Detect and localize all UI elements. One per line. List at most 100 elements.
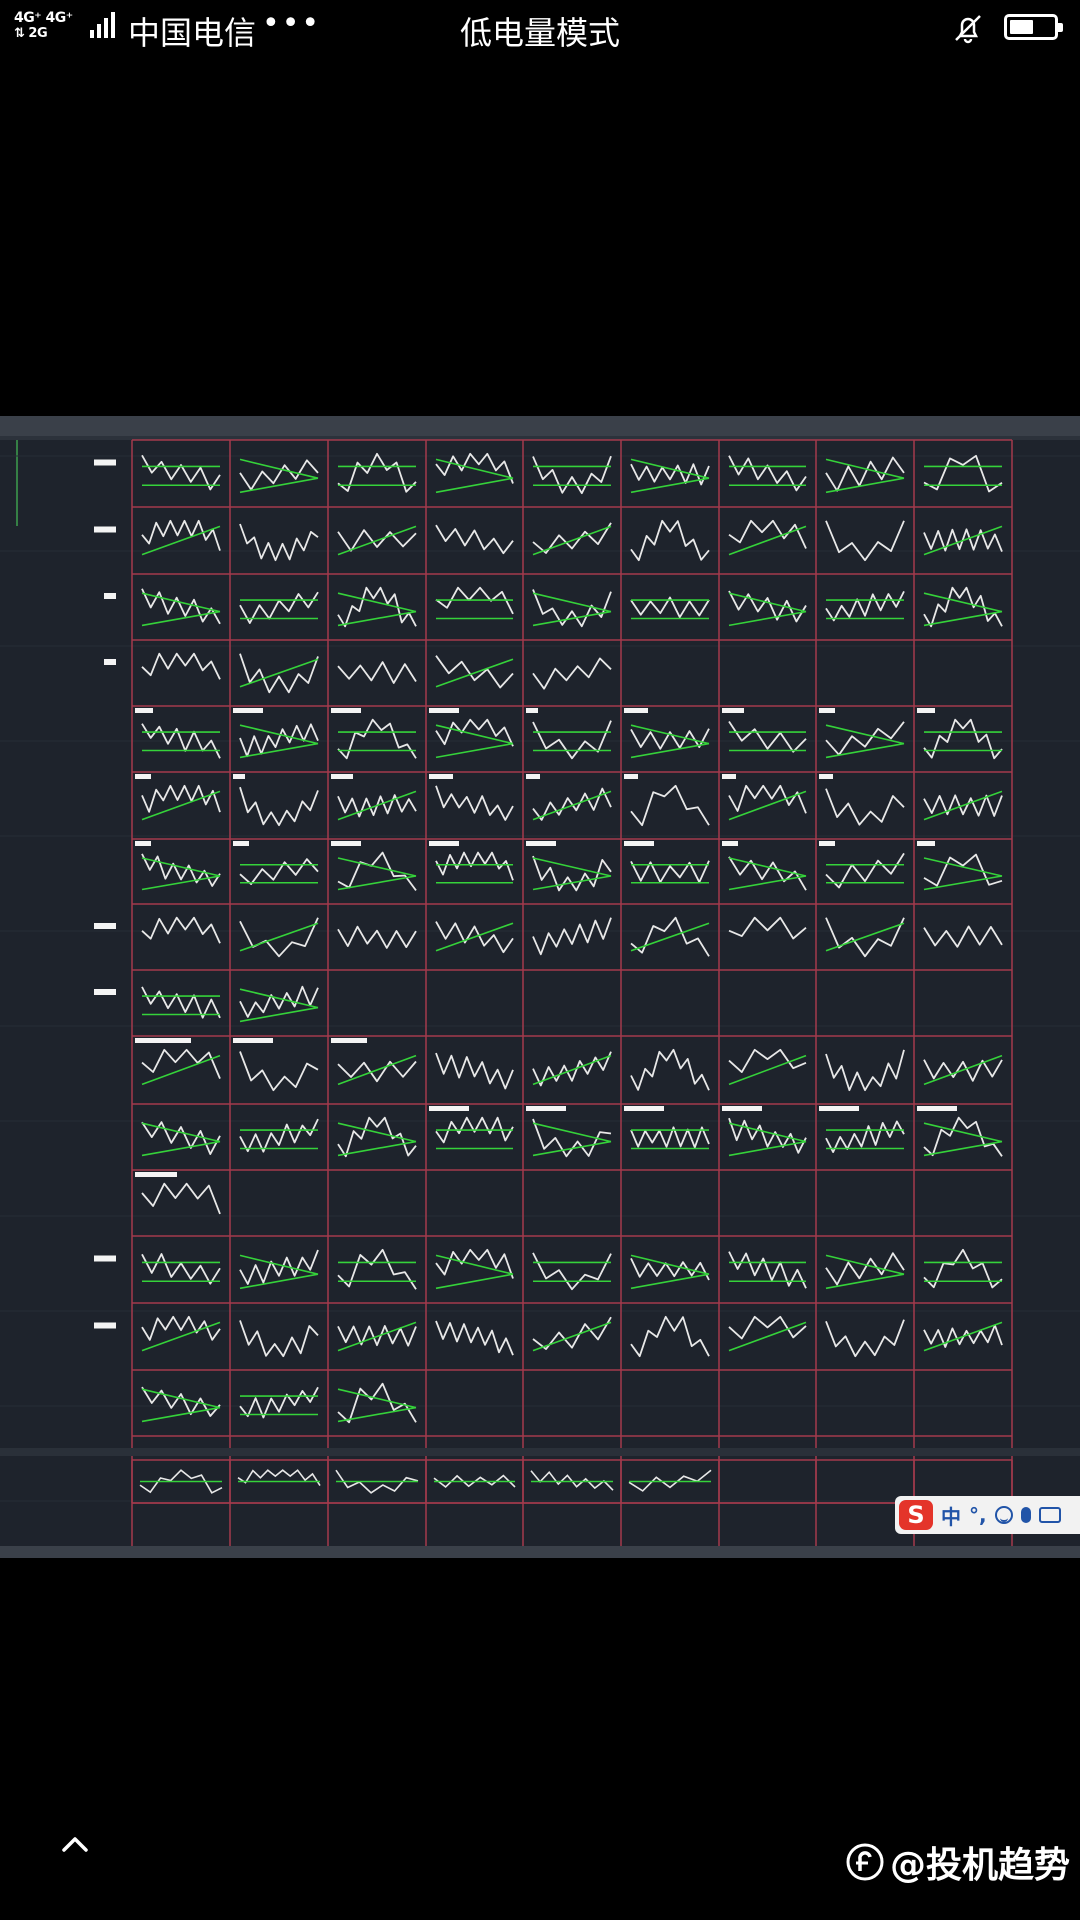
pattern-line	[239, 523, 319, 562]
trend-line	[630, 458, 710, 479]
trend-line	[239, 658, 319, 688]
row-label-marker	[94, 1322, 116, 1329]
trend-line	[532, 592, 612, 613]
pattern-line	[337, 1382, 417, 1424]
cell-label-marker	[722, 708, 744, 713]
pattern-line	[239, 1051, 319, 1092]
pattern-line	[530, 1470, 614, 1491]
pattern-line	[239, 1249, 319, 1285]
pattern-line	[825, 1319, 905, 1358]
pattern-line	[337, 452, 417, 493]
row-label-marker	[104, 593, 116, 599]
pattern-line	[532, 1252, 612, 1291]
trend-line	[435, 742, 514, 759]
pattern-line	[337, 661, 417, 684]
cell-label-marker	[917, 708, 935, 713]
cell-label-marker	[233, 1038, 273, 1043]
cell-label-marker	[526, 1106, 566, 1111]
row-label-marker	[94, 989, 116, 995]
trend-line	[532, 790, 612, 821]
pattern-line	[435, 524, 514, 555]
pattern-line	[239, 786, 319, 827]
trend-line	[825, 1273, 905, 1290]
watermark: @投机趋势	[846, 1836, 1070, 1888]
trend-line	[630, 477, 710, 494]
pattern-line	[141, 784, 221, 813]
trend-line	[239, 922, 319, 952]
cell-label-marker	[624, 1106, 664, 1111]
pattern-line	[728, 721, 807, 753]
cell-label-marker	[526, 774, 540, 779]
cell-label-marker	[624, 708, 648, 713]
pattern-line	[532, 455, 612, 495]
cell-label-marker	[429, 774, 453, 779]
cell-label-marker	[917, 1106, 957, 1111]
cell-label-marker	[135, 841, 151, 846]
trend-line	[728, 592, 807, 613]
cell-label-marker	[331, 1038, 367, 1043]
pattern-line	[141, 1182, 221, 1215]
pattern-line	[532, 1316, 612, 1350]
row-label-marker	[104, 659, 116, 665]
cell-label-marker	[135, 1172, 177, 1177]
block-separator	[0, 1448, 1080, 1456]
trend-line	[337, 525, 417, 556]
pattern-line	[239, 1118, 319, 1153]
pattern-line	[239, 858, 319, 886]
pattern-line	[825, 520, 905, 562]
cell-label-marker	[819, 774, 833, 779]
pattern-line	[237, 1469, 321, 1487]
emoji-icon[interactable]	[994, 1506, 1013, 1524]
pattern-line	[532, 720, 612, 760]
trend-line	[337, 875, 417, 891]
pattern-line	[728, 916, 807, 940]
row-label-marker	[94, 526, 116, 533]
cell-label-marker	[429, 1106, 469, 1111]
power-saving-mode-label: 低电量模式	[459, 14, 620, 52]
trend-line	[923, 592, 1003, 613]
pattern-line	[630, 519, 710, 562]
pattern-line	[532, 917, 612, 956]
cell-label-marker	[331, 841, 361, 846]
pattern-line	[337, 718, 417, 760]
cell-label-marker	[526, 841, 556, 846]
pattern-line	[337, 1248, 417, 1290]
microphone-icon[interactable]	[1020, 1507, 1031, 1523]
trend-line	[435, 477, 514, 494]
pattern-line	[141, 853, 221, 887]
ime-language-toggle[interactable]: 中	[941, 1501, 961, 1530]
ime-punctuation-toggle[interactable]: °,	[969, 1503, 987, 1527]
pattern-line	[630, 1048, 710, 1091]
watermark-text: @投机趋势	[889, 1845, 1070, 1886]
trend-line	[923, 875, 1003, 891]
trend-line	[141, 1406, 221, 1423]
cell-label-marker	[819, 708, 835, 713]
cell-label-marker	[429, 841, 459, 846]
trend-line	[630, 1273, 710, 1290]
chevron-up-icon[interactable]	[60, 1830, 90, 1860]
trend-line	[825, 477, 905, 494]
trend-line	[923, 857, 1003, 877]
trend-line	[532, 875, 612, 891]
cell-label-marker	[819, 1106, 859, 1111]
chart-patterns-image	[0, 416, 1080, 1558]
pattern-line	[532, 657, 612, 690]
pattern-line	[141, 986, 221, 1019]
trend-line	[825, 1254, 905, 1275]
row-label-marker	[94, 459, 116, 466]
pattern-line	[923, 925, 1003, 948]
pattern-line	[435, 851, 514, 881]
sogou-logo-icon[interactable]: S	[899, 1500, 933, 1530]
cad-bottom-strip	[0, 1546, 1080, 1558]
pattern-line	[825, 590, 905, 622]
battery-icon	[1004, 14, 1063, 40]
cell-label-marker	[917, 841, 935, 846]
pattern-line	[337, 586, 417, 628]
pattern-line	[728, 519, 807, 549]
cell-label-marker	[135, 1038, 191, 1043]
keyboard-icon[interactable]	[1038, 1507, 1061, 1523]
pattern-line	[435, 1320, 514, 1356]
pattern-line	[728, 1117, 807, 1154]
ime-toolbar[interactable]: S 中 °,	[895, 1496, 1080, 1534]
trend-line	[923, 525, 1003, 556]
